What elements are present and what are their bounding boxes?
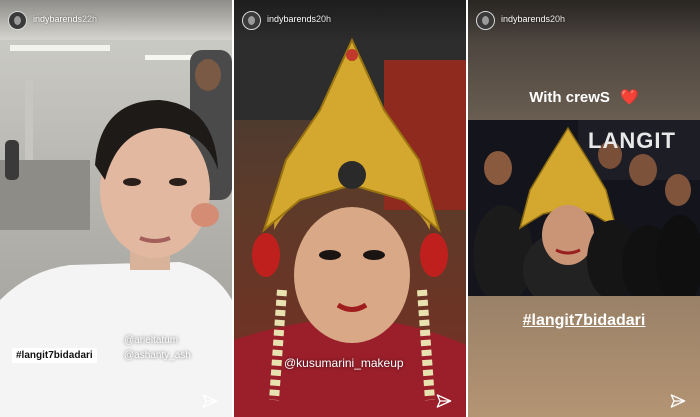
heart-icon: ❤️ [620, 89, 639, 106]
story-header: indybarends 20h [234, 0, 466, 42]
story-header: indybarends 22h [0, 0, 232, 42]
profile-avatar[interactable] [242, 11, 261, 30]
stage-sign: LANGIT [588, 128, 676, 153]
timestamp: 22h [82, 14, 98, 24]
bride-photo [234, 0, 466, 417]
story-3[interactable]: indybarends 20h With crewS ❤️ LANGIT #la… [468, 0, 700, 417]
caption-label: With crewS [529, 89, 610, 106]
mention-sticker[interactable]: @arieltatum [124, 335, 178, 346]
story-strip: indybarends 22h #langit7bidadari @arielt… [0, 0, 700, 417]
timestamp: 20h [316, 14, 332, 24]
profile-avatar[interactable] [8, 11, 27, 30]
mention-sticker[interactable]: @ashanty_ash [124, 350, 191, 361]
group-photo: LANGIT [468, 120, 700, 296]
timestamp: 20h [550, 14, 566, 24]
paper-plane-icon[interactable] [436, 393, 452, 409]
hashtag-sticker[interactable]: #langit7bidadari [12, 348, 97, 363]
hashtag-sticker[interactable]: #langit7bidadari [468, 312, 700, 330]
username[interactable]: indybarends [33, 14, 82, 24]
profile-avatar[interactable] [476, 11, 495, 30]
paper-plane-icon[interactable] [670, 393, 686, 409]
story-1[interactable]: indybarends 22h #langit7bidadari @arielt… [0, 0, 232, 417]
story-header: indybarends 20h [468, 0, 700, 42]
story-2[interactable]: indybarends 20h @kusumarini_makeup [234, 0, 466, 417]
paper-plane-icon[interactable] [202, 393, 218, 409]
username[interactable]: indybarends [267, 14, 316, 24]
username[interactable]: indybarends [501, 14, 550, 24]
caption-text: With crewS ❤️ [468, 88, 700, 106]
mention-sticker[interactable]: @kusumarini_makeup [284, 356, 404, 370]
